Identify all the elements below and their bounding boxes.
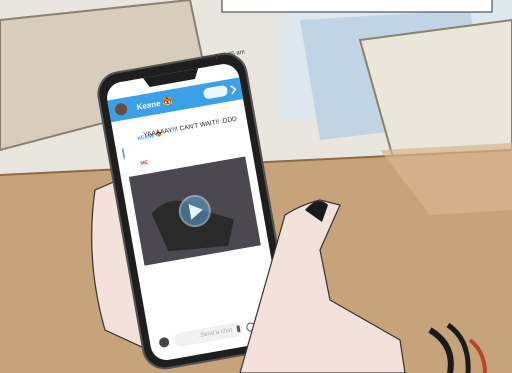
me-label: ME: [140, 159, 149, 167]
scene-illustration: [0, 0, 512, 373]
comic-panel-scene: 72% ▮ 08:05 am Keane 🐯 KEANE 🐯 YAAAAAY!!…: [0, 0, 512, 373]
caption-box: [221, 0, 493, 13]
